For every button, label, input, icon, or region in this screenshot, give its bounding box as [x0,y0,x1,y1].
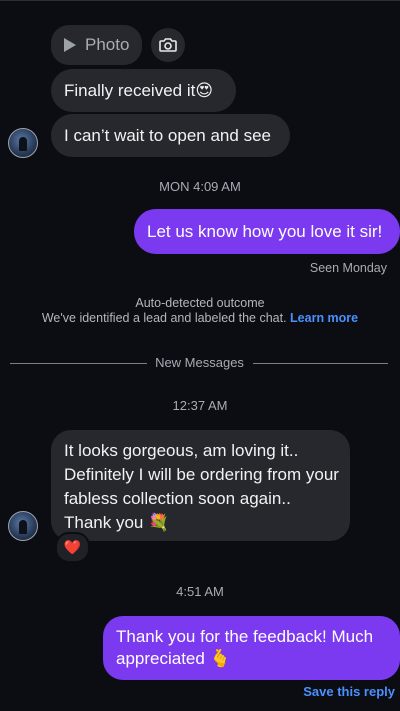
heart-icon: ❤️ [63,539,82,555]
message-bubble-incoming[interactable]: It looks gorgeous, am loving it.. Defini… [51,430,350,541]
message-bubble-incoming[interactable]: I can’t wait to open and see [51,114,290,157]
message-bubble-incoming[interactable]: Finally received it😍 [51,69,236,112]
message-bubble-outgoing[interactable]: Let us know how you love it sir! [134,209,400,254]
top-divider [0,0,400,1]
divider-line-left [10,363,147,364]
timestamp: MON 4:09 AM [159,179,241,194]
auto-detected-notice: Auto-detected outcome We've identified a… [40,296,360,326]
message-text: I can’t wait to open and see [64,125,271,145]
save-reply-link[interactable]: Save this reply [303,684,395,699]
divider-line-right [253,363,388,364]
contact-avatar[interactable] [8,128,38,158]
divider-label: New Messages [155,355,244,370]
new-messages-divider: New Messages [10,355,388,371]
message-text: Let us know how you love it sir! [147,221,383,241]
message-text: Thank you for the feedback! Much appreci… [116,627,374,668]
seen-status: Seen Monday [309,261,387,275]
message-text: It looks gorgeous, am loving it.. Defini… [64,441,339,532]
timestamp: 12:37 AM [172,398,228,413]
photo-label: Photo [85,35,130,54]
message-text: Finally received it😍 [64,80,214,100]
photo-attachment-button[interactable]: Photo [51,25,142,65]
timestamp: 4:51 AM [176,584,224,599]
notice-body: We've identified a lead and labeled the … [41,311,287,325]
camera-icon [159,38,177,52]
play-icon [64,38,76,52]
learn-more-link[interactable]: Learn more [290,311,358,325]
message-bubble-outgoing[interactable]: Thank you for the feedback! Much appreci… [103,616,400,680]
notice-title: Auto-detected outcome [135,296,265,310]
contact-avatar[interactable] [8,511,38,541]
heart-reaction[interactable]: ❤️ [55,532,90,563]
camera-button[interactable] [151,28,185,62]
